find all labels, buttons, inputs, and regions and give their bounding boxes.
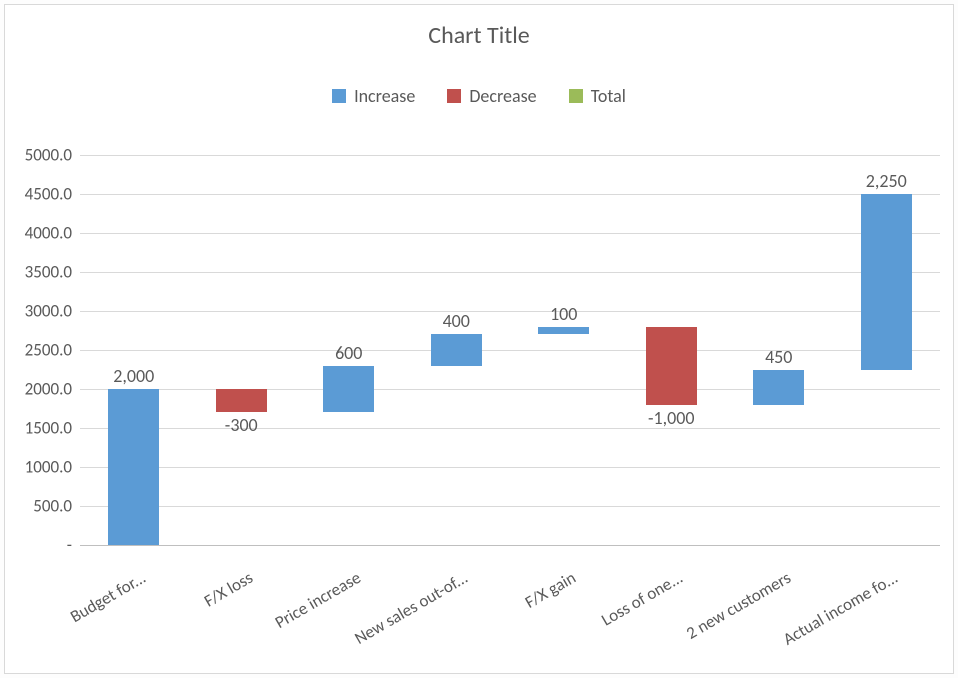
x-tick-label: Loss of one...	[538, 567, 687, 665]
y-tick-label: 4500.0	[25, 184, 80, 205]
bar-increase[interactable]	[861, 194, 912, 370]
x-tick-label: Actual income fo...	[753, 567, 902, 665]
gridline	[80, 350, 940, 351]
value-label: 2,000	[113, 365, 154, 387]
legend-total-swatch	[569, 89, 583, 103]
gridline	[80, 155, 940, 156]
legend-decrease-label: Decrease	[469, 85, 536, 107]
y-tick-label: 4000.0	[25, 223, 80, 244]
legend-total-label: Total	[591, 85, 626, 107]
value-label: 400	[443, 310, 470, 332]
bar-decrease[interactable]	[646, 327, 697, 405]
y-tick-label: 3500.0	[25, 262, 80, 283]
value-label: 100	[550, 303, 577, 325]
bar-increase[interactable]	[323, 366, 374, 413]
chart-title: Chart Title	[5, 21, 953, 50]
legend-total[interactable]: Total	[569, 85, 626, 107]
value-label: -1,000	[648, 407, 695, 429]
legend-decrease[interactable]: Decrease	[447, 85, 536, 107]
x-tick-label: F/X loss	[108, 567, 257, 665]
gridline	[80, 545, 940, 546]
y-tick-label: 5000.0	[25, 145, 80, 166]
x-axis-labels: Budget for...F/X lossPrice increaseNew s…	[80, 553, 940, 673]
legend-decrease-swatch	[447, 89, 461, 103]
legend-increase[interactable]: Increase	[332, 85, 415, 107]
y-tick-label: -	[67, 535, 80, 556]
legend-increase-swatch	[332, 89, 346, 103]
x-tick-label: Budget for...	[0, 567, 149, 665]
value-label: -300	[225, 414, 258, 436]
gridline	[80, 428, 940, 429]
chart-legend: Increase Decrease Total	[5, 85, 953, 108]
x-tick-label: New sales out-of...	[323, 567, 472, 665]
bar-increase[interactable]	[538, 327, 589, 335]
value-label: 600	[335, 342, 362, 364]
y-tick-label: 1500.0	[25, 418, 80, 439]
gridline	[80, 311, 940, 312]
x-tick-label: Price increase	[215, 567, 364, 665]
value-label: 2,250	[866, 170, 907, 192]
gridline	[80, 272, 940, 273]
bar-increase[interactable]	[108, 389, 159, 545]
x-tick-label: 2 new customers	[645, 567, 794, 665]
gridline	[80, 233, 940, 234]
gridline	[80, 467, 940, 468]
y-tick-label: 2500.0	[25, 340, 80, 361]
chart-container: Chart Title Increase Decrease Total -500…	[4, 4, 954, 674]
gridline	[80, 389, 940, 390]
bar-increase[interactable]	[431, 334, 482, 365]
y-tick-label: 3000.0	[25, 301, 80, 322]
y-tick-label: 1000.0	[25, 457, 80, 478]
gridline	[80, 194, 940, 195]
y-tick-label: 2000.0	[25, 379, 80, 400]
legend-increase-label: Increase	[354, 85, 415, 107]
bar-increase[interactable]	[753, 370, 804, 405]
bar-decrease[interactable]	[216, 389, 267, 412]
x-tick-label: F/X gain	[430, 567, 579, 665]
gridline	[80, 506, 940, 507]
y-tick-label: 500.0	[33, 496, 80, 517]
value-label: 450	[765, 346, 792, 368]
plot-area[interactable]: -500.01000.01500.02000.02500.03000.03500…	[80, 155, 940, 545]
